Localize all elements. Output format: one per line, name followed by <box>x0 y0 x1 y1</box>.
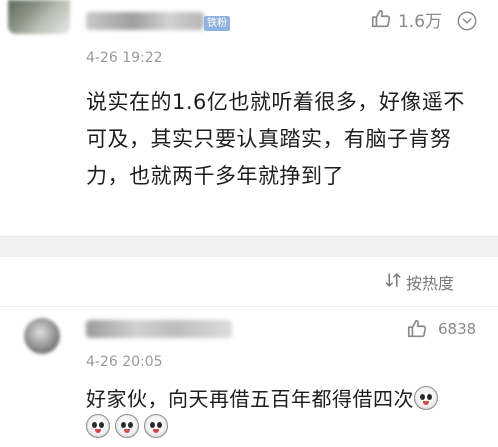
avatar[interactable] <box>24 318 60 354</box>
like-count: 1.6万 <box>398 11 443 32</box>
comment-timestamp: 4-26 19:22 <box>86 50 163 66</box>
avatar[interactable] <box>8 0 70 34</box>
like-count: 6838 <box>438 320 477 338</box>
username-blurred[interactable] <box>86 12 204 30</box>
sort-icon <box>384 271 402 293</box>
like-button[interactable]: 6838 <box>406 318 476 340</box>
fan-badge: 铁粉 <box>204 16 230 31</box>
comment-text: 好家伙，向天再借五百年都得借四次 <box>86 384 486 414</box>
crying-emoji-icon <box>115 414 139 438</box>
circle-more-icon <box>456 11 478 36</box>
username-blurred[interactable] <box>86 320 232 338</box>
comment-timestamp: 4-26 20:05 <box>86 354 163 370</box>
like-button[interactable]: 1.6万 <box>370 8 443 32</box>
crying-emoji-icon <box>86 414 110 438</box>
comment-text-body: 好家伙，向天再借五百年都得借四次 <box>86 387 414 411</box>
divider <box>0 306 498 307</box>
sort-by-hot-button[interactable]: 按热度 <box>384 270 454 294</box>
crying-emoji-icon <box>414 386 438 410</box>
sort-label: 按热度 <box>406 274 455 293</box>
thumb-up-icon <box>370 8 392 30</box>
comment-text: 说实在的1.6亿也就听着很多，好像遥不可及，其实只要认真踏实，有脑子肯努力，也就… <box>86 90 465 188</box>
more-options-button[interactable] <box>456 10 478 36</box>
section-divider <box>0 236 498 257</box>
crying-emoji-icon <box>144 414 168 438</box>
thumb-up-icon <box>406 318 428 340</box>
emoji-row <box>86 414 171 438</box>
